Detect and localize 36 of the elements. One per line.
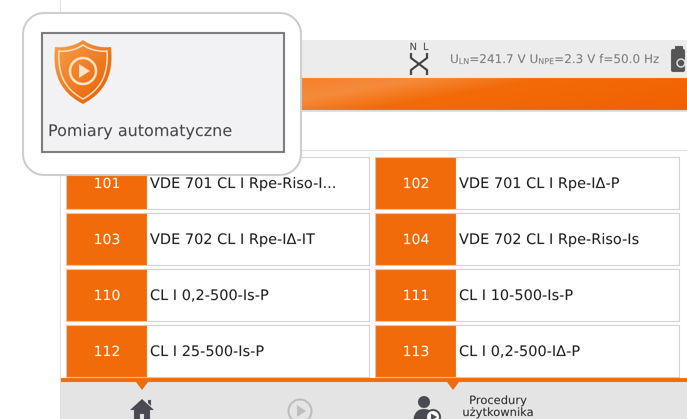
procedure-name: VDE 702 CL I Rpe-Riso-Is xyxy=(458,232,640,248)
procedure-number: 113 xyxy=(376,326,456,377)
user-play-icon xyxy=(413,395,441,419)
procedure-name: VDE 701 CL I Rpe-Riso-I... xyxy=(149,176,336,192)
procedure-item[interactable]: 103 VDE 702 CL I Rpe-IΔ-IT xyxy=(66,213,370,266)
wiring-label: L xyxy=(422,43,429,53)
procedure-name: CL I 0,2-500-Is-P xyxy=(149,288,269,304)
auto-measurements-tile[interactable]: Pomiary automatyczne xyxy=(41,32,285,153)
procedure-number: 102 xyxy=(376,158,456,209)
procedure-name: VDE 702 CL I Rpe-IΔ-IT xyxy=(149,232,315,248)
crossed-wires-icon xyxy=(407,53,431,75)
procedure-number: 110 xyxy=(67,270,147,321)
play-icon xyxy=(287,398,313,419)
pointer-marker xyxy=(447,382,459,390)
battery-icon xyxy=(671,46,686,72)
procedure-name: CL I 0,2-500-IΔ-P xyxy=(458,344,580,360)
procedure-item[interactable]: 102 VDE 701 CL I Rpe-IΔ-P xyxy=(375,157,680,210)
mains-reading: U$_{LN}$=241.7 V U$_{NPE}$=2.3 V f=50.0 Hz xyxy=(450,52,660,66)
procedure-name: CL I 10-500-Is-P xyxy=(458,288,574,304)
procedure-item[interactable]: 112 CL I 25-500-Is-P xyxy=(66,325,370,378)
procedure-item[interactable]: 111 CL I 10-500-Is-P xyxy=(375,269,680,322)
procedure-number: 103 xyxy=(67,214,147,265)
procedure-name: CL I 25-500-Is-P xyxy=(149,344,264,360)
procedure-number: 104 xyxy=(376,214,456,265)
procedure-item[interactable]: 113 CL I 0,2-500-IΔ-P xyxy=(375,325,680,378)
procedure-name: VDE 701 CL I Rpe-IΔ-P xyxy=(458,176,620,192)
procedure-number: 112 xyxy=(67,326,147,377)
procedure-number: 111 xyxy=(376,270,456,321)
procedure-item[interactable]: 104 VDE 702 CL I Rpe-Riso-Is xyxy=(375,213,680,266)
wiring-label: N xyxy=(409,43,417,53)
home-icon xyxy=(129,398,155,419)
procedure-item[interactable]: 110 CL I 0,2-500-Is-P xyxy=(66,269,370,322)
tile-label: Pomiary automatyczne xyxy=(48,121,232,140)
nav-button[interactable]: Procedury użytkownika xyxy=(413,382,543,419)
pointer-marker xyxy=(136,382,148,390)
nav-button[interactable] xyxy=(129,382,155,419)
